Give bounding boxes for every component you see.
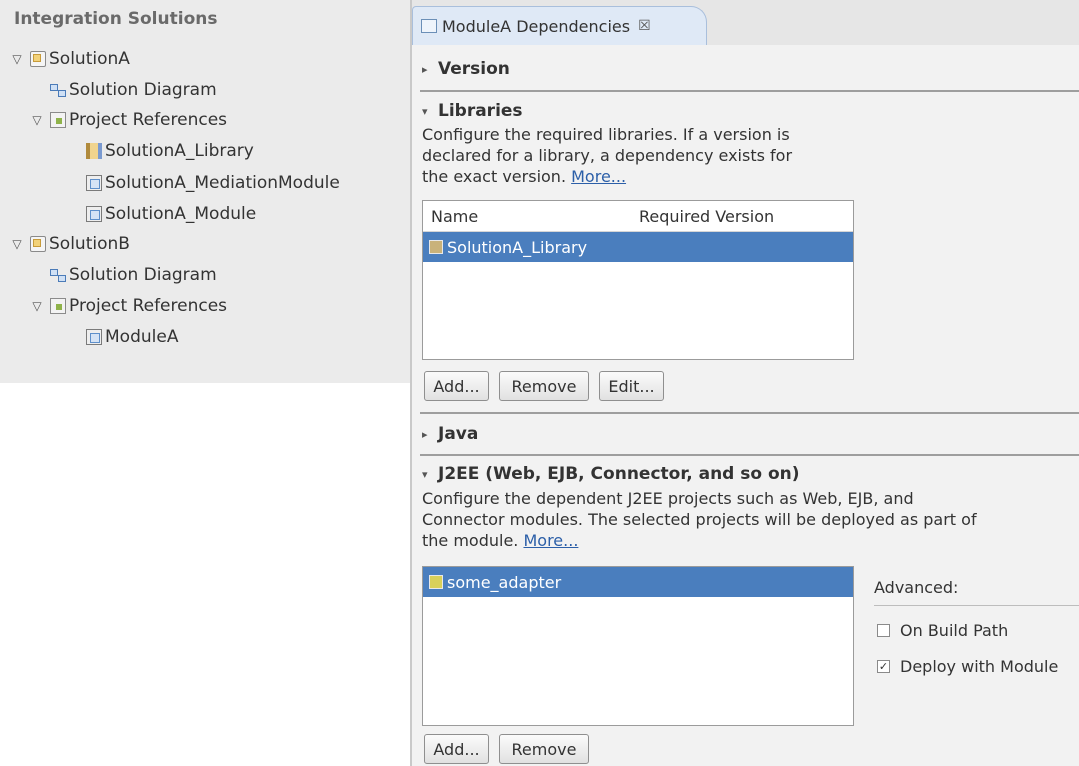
project-references-icon <box>50 112 66 128</box>
adapter-icon <box>429 575 443 589</box>
tree-item-solution-b-diagram[interactable]: Solution Diagram <box>50 262 217 288</box>
diagram-icon <box>50 268 66 282</box>
expand-arrow-icon[interactable]: ▽ <box>10 237 24 251</box>
tree-item-label: Solution Diagram <box>69 265 217 285</box>
tree-item-label: Project References <box>69 110 228 130</box>
collapsed-arrow-icon[interactable]: ▸ <box>422 428 438 441</box>
j2ee-remove-button[interactable]: Remove <box>499 734 589 764</box>
j2ee-add-button[interactable]: Add... <box>424 734 489 764</box>
tree-item-label: Solution Diagram <box>69 80 217 100</box>
section-title: Java <box>438 424 479 444</box>
dependencies-icon <box>421 19 437 33</box>
checkbox-label: Deploy with Module <box>900 657 1059 676</box>
integration-solutions-view: Integration Solutions ▽ SolutionA Soluti… <box>0 0 410 383</box>
project-references-icon <box>50 298 66 314</box>
editor-tab-bar: ModuleA Dependencies ☒ <box>412 0 1079 45</box>
libraries-description: Configure the required libraries. If a v… <box>422 124 792 187</box>
tree-item-label: SolutionA_Module <box>105 204 257 224</box>
collapsed-arrow-icon[interactable]: ▸ <box>422 63 438 76</box>
tree-item-solutiona-library[interactable]: SolutionA_Library <box>86 138 254 164</box>
tree-item-solutiona-module[interactable]: SolutionA_Module <box>86 201 256 227</box>
description-line: Connector modules. The selected projects… <box>422 510 977 529</box>
j2ee-projects-list[interactable]: some_adapter <box>422 566 854 726</box>
view-title: Integration Solutions <box>14 9 218 29</box>
section-java-header[interactable]: ▸ Java <box>422 424 478 444</box>
tab-title: ModuleA Dependencies <box>442 16 631 36</box>
libraries-add-button[interactable]: Add... <box>424 371 489 401</box>
module-icon <box>86 329 102 345</box>
table-header: Name Required Version <box>423 201 853 232</box>
section-title: J2EE (Web, EJB, Connector, and so on) <box>438 464 800 484</box>
description-line: declared for a library, a dependency exi… <box>422 146 793 165</box>
advanced-separator <box>874 605 1079 606</box>
section-version-header[interactable]: ▸ Version <box>422 59 510 79</box>
description-line: the exact version. <box>422 167 567 186</box>
description-line: the module. <box>422 531 519 550</box>
description-line: Configure the required libraries. If a v… <box>422 125 790 144</box>
advanced-label: Advanced: <box>874 578 959 597</box>
libraries-edit-button[interactable]: Edit... <box>599 371 664 401</box>
tree-item-label: SolutionA_Library <box>105 141 254 161</box>
deploy-with-module-checkbox[interactable]: ✓ <box>877 660 890 673</box>
j2ee-more-link[interactable]: More... <box>523 531 578 550</box>
tree-item-solution-a[interactable]: ▽ SolutionA <box>10 46 130 72</box>
row-label: some_adapter <box>447 572 562 592</box>
checkbox-label: On Build Path <box>900 621 1009 640</box>
column-header-required-version[interactable]: Required Version <box>639 207 774 226</box>
section-title: Libraries <box>438 101 523 121</box>
tree-item-solution-b[interactable]: ▽ SolutionB <box>10 231 130 257</box>
module-icon <box>86 175 102 191</box>
module-icon <box>86 206 102 222</box>
tree-item-label: SolutionA <box>49 49 130 69</box>
section-libraries-header[interactable]: ▾ Libraries <box>422 101 523 121</box>
j2ee-description: Configure the dependent J2EE projects su… <box>422 488 977 551</box>
libraries-remove-button[interactable]: Remove <box>499 371 589 401</box>
tree-item-solution-a-diagram[interactable]: Solution Diagram <box>50 77 217 103</box>
tree-item-solutiona-mediationmodule[interactable]: SolutionA_MediationModule <box>86 170 340 196</box>
expand-arrow-icon[interactable]: ▽ <box>10 52 24 66</box>
section-separator <box>420 454 1079 456</box>
tree-item-solution-b-project-references[interactable]: ▽ Project References <box>30 293 227 319</box>
section-title: Version <box>438 59 510 79</box>
expanded-arrow-icon[interactable]: ▾ <box>422 105 438 118</box>
solution-icon <box>30 51 46 67</box>
dependencies-editor: ModuleA Dependencies ☒ ▸ Version ▾ Libra… <box>410 0 1079 766</box>
section-separator <box>420 90 1079 92</box>
expanded-arrow-icon[interactable]: ▾ <box>422 468 438 481</box>
tree-item-label: SolutionB <box>49 234 130 254</box>
column-header-name[interactable]: Name <box>423 207 639 226</box>
library-icon <box>86 143 102 159</box>
on-build-path-checkbox[interactable] <box>877 624 890 637</box>
row-label: SolutionA_Library <box>447 237 588 257</box>
expand-arrow-icon[interactable]: ▽ <box>30 113 44 127</box>
section-separator <box>420 412 1079 414</box>
tree-item-modulea[interactable]: ModuleA <box>86 324 178 350</box>
section-j2ee-header[interactable]: ▾ J2EE (Web, EJB, Connector, and so on) <box>422 464 800 484</box>
diagram-icon <box>50 83 66 97</box>
tree-item-solution-a-project-references[interactable]: ▽ Project References <box>30 107 227 133</box>
deploy-with-module-option[interactable]: ✓ Deploy with Module <box>877 657 1058 676</box>
expand-arrow-icon[interactable]: ▽ <box>30 299 44 313</box>
close-icon[interactable]: ☒ <box>638 18 651 34</box>
on-build-path-option[interactable]: On Build Path <box>877 621 1008 640</box>
tree-item-label: ModuleA <box>105 327 179 347</box>
tree-item-label: Project References <box>69 296 228 316</box>
description-line: Configure the dependent J2EE projects su… <box>422 489 914 508</box>
tree-item-label: SolutionA_MediationModule <box>105 173 340 193</box>
solution-icon <box>30 236 46 252</box>
list-item[interactable]: some_adapter <box>423 567 853 597</box>
table-row[interactable]: SolutionA_Library <box>423 232 853 262</box>
library-icon <box>429 240 443 254</box>
libraries-table[interactable]: Name Required Version SolutionA_Library <box>422 200 854 360</box>
tab-modulea-dependencies[interactable]: ModuleA Dependencies ☒ <box>412 6 707 45</box>
libraries-more-link[interactable]: More... <box>571 167 626 186</box>
